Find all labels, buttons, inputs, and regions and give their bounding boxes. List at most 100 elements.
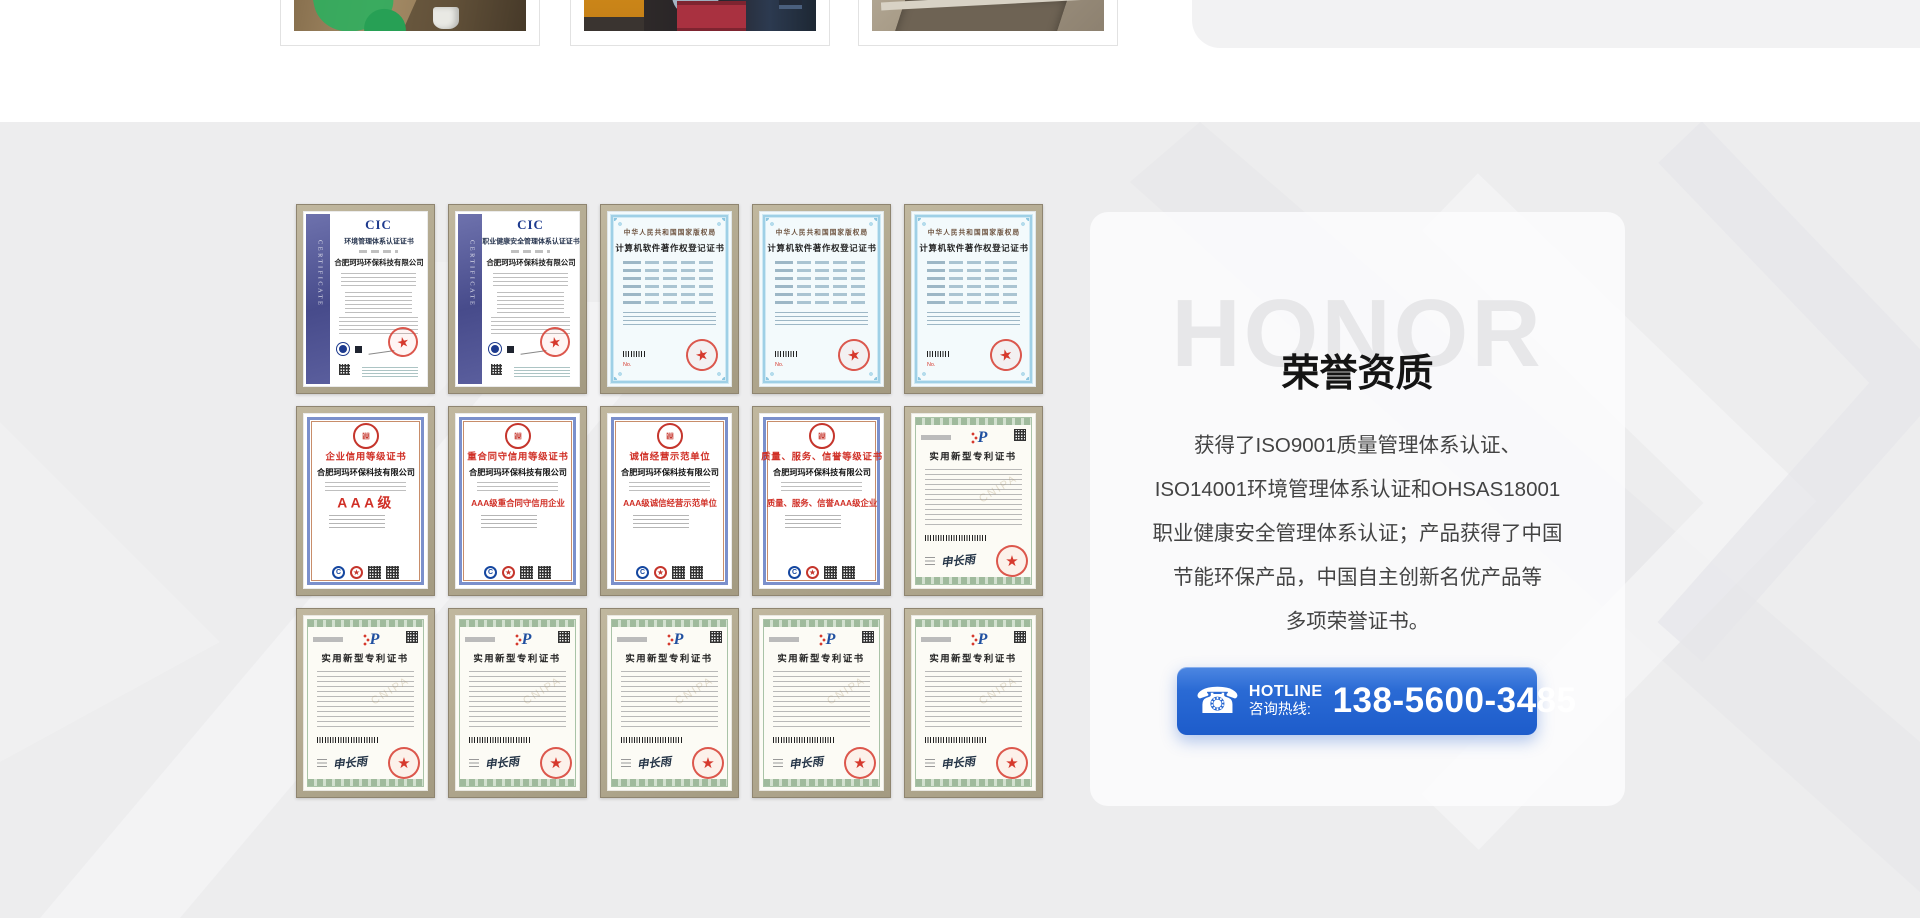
certificate-thumbnail[interactable]: 计算机软件著作权登记证书 ★ (600, 204, 739, 394)
certificate-paper: 计算机软件著作权登记证书 ★ (607, 211, 732, 387)
project-photo-card[interactable] (570, 0, 830, 46)
certificate-thumbnail[interactable]: 实用新型专利证书 ★ (296, 608, 435, 798)
certification-logo-icon: C (636, 566, 649, 579)
ornate-band (308, 779, 423, 786)
project-photo-excavation[interactable] (294, 0, 526, 31)
certificate-paper: CERTIFICATE CIC 环境管理体系认证证书 合肥珂玛环保科技有限公司 (303, 211, 428, 387)
certificate-title: 诚信经营示范单位 (629, 451, 710, 463)
previous-section-panel (1192, 0, 1920, 48)
commissioner-label-lines (317, 759, 327, 767)
red-seal-icon: ★ (996, 545, 1028, 577)
company-name: 合肥珂玛环保科技有限公司 (621, 467, 719, 478)
certificate-title: 实用新型专利证书 (778, 653, 865, 665)
project-photo-pit[interactable] (872, 0, 1104, 31)
certificate-title: 实用新型专利证书 (474, 653, 561, 665)
certificate-paper: 质量、服务、信誉等级证书 合肥珂玛环保科技有限公司 ★ (759, 413, 884, 589)
red-seal-icon: ★ (692, 747, 724, 779)
barcode-icon (927, 351, 949, 357)
certificate-thumbnail[interactable]: 诚信经营示范单位 合肥珂玛环保科技有限公司 ★ (600, 406, 739, 596)
commissioner-label-lines (925, 557, 935, 565)
qr-code-icon (520, 566, 533, 579)
company-name: 合肥珂玛环保科技有限公司 (773, 467, 871, 478)
certificate-title: 环境管理体系认证证书 (344, 237, 414, 246)
certificate-number-label: No. (775, 361, 783, 367)
certificate-thumbnail[interactable]: 实用新型专利证书 ★ (904, 406, 1043, 596)
qr-code-icon (406, 631, 418, 643)
cnipa-logo-icon: P (973, 631, 993, 649)
ornate-band (916, 418, 1031, 425)
ornate-band (612, 620, 727, 627)
star-logo-icon: ★ (806, 566, 819, 579)
commissioner-signature: 申长雨 (484, 753, 520, 773)
company-name: 合肥珂玛环保科技有限公司 (334, 258, 423, 268)
cnipa-logo-icon: P (517, 631, 537, 649)
qr-code-icon (339, 364, 350, 375)
qr-code-icon (1014, 429, 1026, 441)
issuing-authority: 中华人民共和国国家版权局 (775, 229, 867, 238)
certificate-title: 计算机软件著作权登记证书 (615, 243, 724, 254)
commissioner-signature: 申长雨 (332, 753, 368, 773)
certificate-thumbnail[interactable]: 企业信用等级证书 合肥珂玛环保科技有限公司 ★ (296, 406, 435, 596)
certificate-thumbnail[interactable]: 实用新型专利证书 ★ (448, 608, 587, 798)
certificate-thumbnail[interactable]: 实用新型专利证书 ★ (752, 608, 891, 798)
hotline-button[interactable]: ☎ HOTLINE 咨询热线: 138-5600-3485 (1177, 667, 1537, 735)
certificate-paper: 实用新型专利证书 ★ (455, 615, 580, 791)
red-seal-icon: ★ (996, 747, 1028, 779)
project-photo-card[interactable] (280, 0, 540, 46)
certificate-thumbnail[interactable]: CERTIFICATE CIC 环境管理体系认证证书 合肥珂玛环保科技有限公司 (296, 204, 435, 394)
certificate-thumbnail[interactable]: 质量、服务、信誉等级证书 合肥珂玛环保科技有限公司 ★ (752, 406, 891, 596)
ornate-band (460, 779, 575, 786)
ornate-band (764, 779, 879, 786)
issuing-authority: 中华人民共和国国家版权局 (927, 229, 1019, 238)
ornate-band (916, 620, 1031, 627)
accreditation-logo-icon (353, 344, 364, 355)
certificate-number-line (921, 637, 951, 642)
certificate-thumbnail[interactable]: 实用新型专利证书 ★ (600, 608, 739, 798)
certificate-title: 实用新型专利证书 (930, 653, 1017, 665)
honor-description: 获得了ISO9001质量管理体系认证、 ISO14001环境管理体系认证和OHS… (1122, 424, 1593, 644)
star-logo-icon: ★ (350, 566, 363, 579)
certificate-thumbnail[interactable]: 计算机软件著作权登记证书 ★ (904, 204, 1043, 394)
certificate-number-line (769, 637, 799, 642)
ornate-band (612, 779, 727, 786)
commissioner-label-lines (773, 759, 783, 767)
certificate-number-label: No. (927, 361, 935, 367)
certificate-number-line (313, 637, 343, 642)
barcode-icon (925, 535, 987, 541)
project-photo-card[interactable] (858, 0, 1118, 46)
certificate-paper: 计算机软件著作权登记证书 ★ (911, 211, 1036, 387)
barcode-icon (925, 737, 987, 743)
red-seal-icon: ★ (388, 747, 420, 779)
award-grade-text: AAA级 (337, 495, 395, 513)
certificate-title: 计算机软件著作权登记证书 (919, 243, 1028, 254)
section-title: 荣誉资质 (1090, 342, 1625, 397)
certificate-thumbnail[interactable]: 实用新型专利证书 ★ (904, 608, 1043, 798)
qr-code-icon (491, 364, 502, 375)
certificate-paper: 企业信用等级证书 合肥珂玛环保科技有限公司 ★ (303, 413, 428, 589)
star-logo-icon: ★ (654, 566, 667, 579)
ornate-band (460, 620, 575, 627)
project-photo-crane-truck[interactable] (584, 0, 816, 31)
certificate-thumbnail[interactable]: 重合同守信用等级证书 合肥珂玛环保科技有限公司 ★ (448, 406, 587, 596)
credit-emblem-icon: 信 (353, 423, 379, 449)
commissioner-signature: 申长雨 (940, 753, 976, 773)
barcode-icon (469, 737, 531, 743)
qr-code-icon (842, 566, 855, 579)
barcode-icon (621, 737, 683, 743)
certificate-paper: CERTIFICATE CIC 职业健康安全管理体系认证证书 合肥珂玛环保科技有… (455, 211, 580, 387)
cnipa-logo-icon: P (973, 429, 993, 447)
accreditation-logo-icon (505, 344, 516, 355)
credit-emblem-icon: 信 (505, 423, 531, 449)
certificate-paper: 诚信经营示范单位 合肥珂玛环保科技有限公司 ★ (607, 413, 732, 589)
certificate-thumbnail[interactable]: 计算机软件著作权登记证书 ★ (752, 204, 891, 394)
issuer-logo-text: CIC (365, 217, 392, 234)
ornate-band (764, 620, 879, 627)
certification-logo-icon: C (484, 566, 497, 579)
certificate-grid: CERTIFICATE CIC 环境管理体系认证证书 合肥珂玛环保科技有限公司 (296, 204, 1043, 798)
certificate-side-band: CERTIFICATE (458, 214, 482, 384)
certificate-thumbnail[interactable]: CERTIFICATE CIC 职业健康安全管理体系认证证书 合肥珂玛环保科技有… (448, 204, 587, 394)
certificate-title: 实用新型专利证书 (930, 451, 1017, 463)
ornate-band (916, 779, 1031, 786)
commissioner-signature: 申长雨 (636, 753, 672, 773)
certification-logo-icon: C (788, 566, 801, 579)
